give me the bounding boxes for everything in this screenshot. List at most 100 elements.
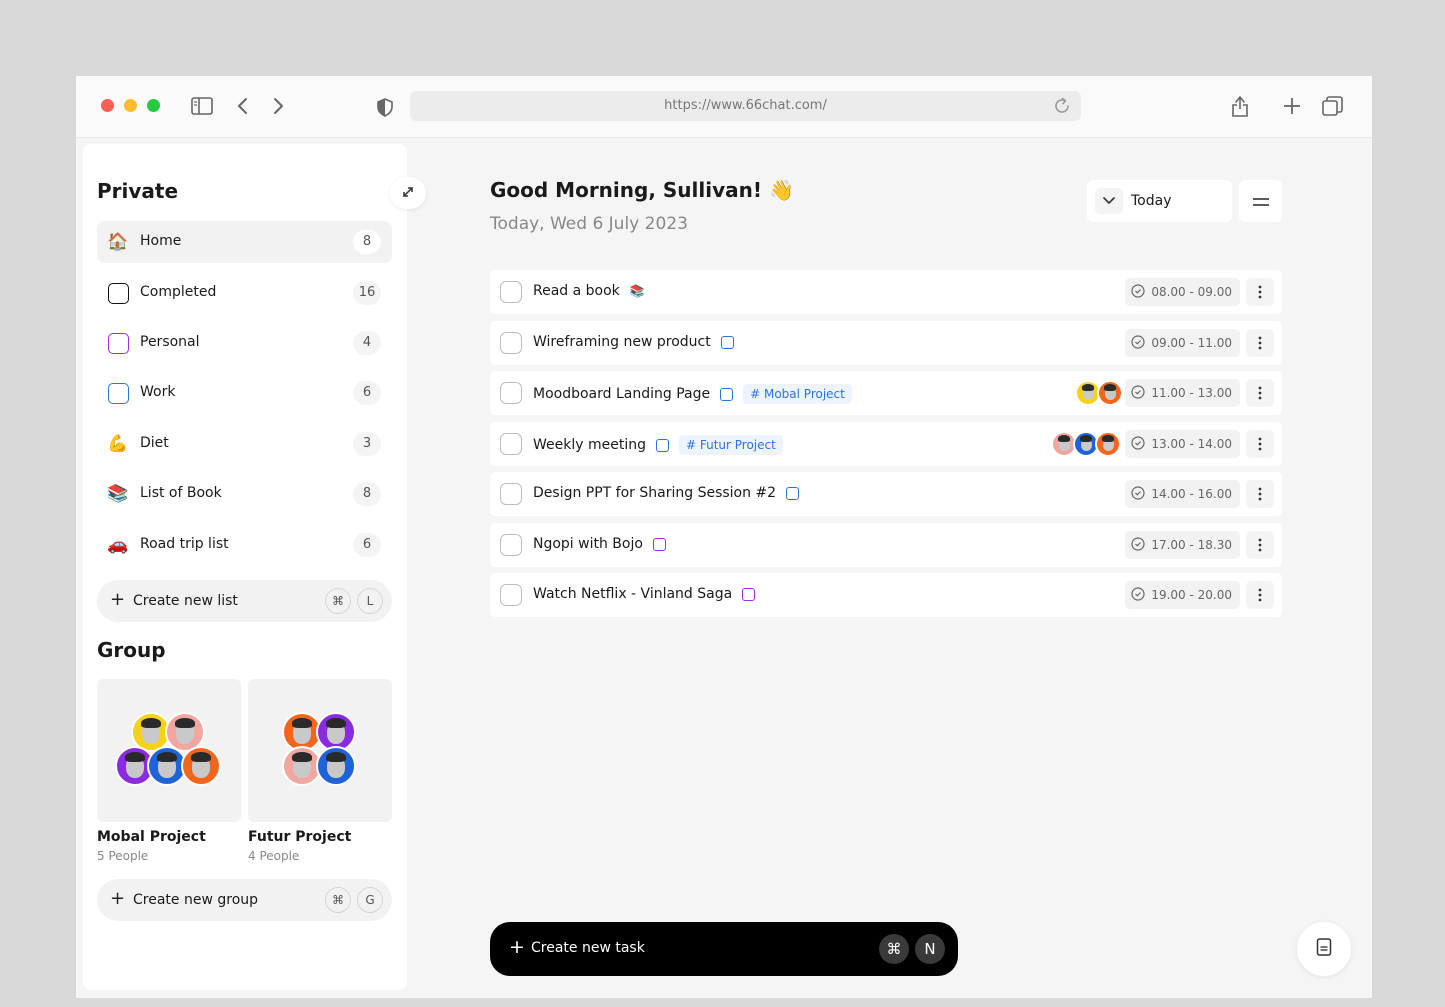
close-window-button[interactable] <box>101 99 114 112</box>
browser-window: https://www.66chat.com/ Private 🏠 Home 8 <box>76 76 1372 998</box>
minimize-window-button[interactable] <box>124 99 137 112</box>
group-name[interactable]: Mobal Project <box>97 829 206 845</box>
task-title: Moodboard Landing Page <box>533 386 711 402</box>
shortcut-key-hint: L <box>357 588 383 614</box>
list-count: 8 <box>353 482 381 506</box>
sidebar-list-road-trip[interactable]: 🚗 Road trip list 6 <box>97 524 392 566</box>
task-row[interactable]: Ngopi with Bojo 17.00 - 18.30 <box>490 523 1282 567</box>
task-time-text: 11.00 - 13.00 <box>1151 386 1232 400</box>
list-label: Diet <box>140 435 169 451</box>
current-date: Today, Wed 6 July 2023 <box>490 214 688 234</box>
forward-icon[interactable] <box>269 95 289 117</box>
sidebar-toggle-icon[interactable] <box>190 95 214 117</box>
create-task-label: Create new task <box>531 940 645 956</box>
task-title: Watch Netflix - Vinland Saga <box>533 586 733 602</box>
more-options-icon[interactable] <box>1246 379 1274 407</box>
list-label: List of Book <box>140 485 222 501</box>
task-time: 17.00 - 18.30 <box>1125 531 1240 559</box>
task-checkbox[interactable] <box>500 382 522 404</box>
clock-icon <box>1131 384 1145 402</box>
list-count: 4 <box>353 331 381 355</box>
sidebar-list-home[interactable]: 🏠 Home 8 <box>97 221 392 263</box>
task-title-group: Moodboard Landing Page # Mobal Project <box>533 384 852 404</box>
task-title-group: Watch Netflix - Vinland Saga <box>533 586 756 602</box>
address-bar[interactable]: https://www.66chat.com/ <box>410 91 1081 121</box>
task-title-group: Design PPT for Sharing Session #2 <box>533 485 800 501</box>
date-filter-dropdown[interactable]: Today <box>1087 180 1232 222</box>
sidebar-list-personal[interactable]: Personal 4 <box>97 322 392 364</box>
task-row[interactable]: Design PPT for Sharing Session #2 14.00 … <box>490 472 1282 516</box>
task-checkbox[interactable] <box>500 281 522 303</box>
task-row[interactable]: Wireframing new product 09.00 - 11.00 <box>490 321 1282 365</box>
group-card-futur[interactable] <box>248 679 392 822</box>
menu-button[interactable] <box>1239 180 1282 222</box>
task-title-group: Weekly meeting # Futur Project <box>533 435 783 455</box>
create-list-label: Create new list <box>133 593 238 609</box>
create-new-list-button[interactable]: + Create new list ⌘ L <box>97 580 392 622</box>
group-card-mobal[interactable] <box>97 679 241 822</box>
car-emoji-icon: 🚗 <box>107 535 129 555</box>
menu-icon <box>1252 192 1270 211</box>
create-new-task-button[interactable]: + Create new task ⌘ N <box>490 922 958 976</box>
task-checkbox[interactable] <box>500 534 522 556</box>
task-time-text: 08.00 - 09.00 <box>1151 285 1232 299</box>
house-emoji-icon: 🏠 <box>107 232 129 252</box>
task-checkbox[interactable] <box>500 332 522 354</box>
new-tab-icon[interactable] <box>1282 96 1302 116</box>
plus-icon: + <box>110 589 126 610</box>
sidebar-list-completed[interactable]: Completed 16 <box>97 272 392 314</box>
task-time: 08.00 - 09.00 <box>1125 278 1240 306</box>
group-name[interactable]: Futur Project <box>248 829 351 845</box>
tabs-icon[interactable] <box>1321 95 1343 117</box>
group-people-count: 4 People <box>248 849 300 863</box>
list-label: Work <box>140 384 176 400</box>
project-tag[interactable]: # Mobal Project <box>743 384 852 404</box>
books-emoji-icon: 📚 <box>107 484 129 504</box>
more-options-icon[interactable] <box>1246 581 1274 609</box>
chevron-down-icon <box>1095 188 1123 214</box>
browser-toolbar: https://www.66chat.com/ <box>76 76 1372 138</box>
task-checkbox[interactable] <box>500 433 522 455</box>
more-options-icon[interactable] <box>1246 531 1274 559</box>
share-icon[interactable] <box>1229 93 1251 119</box>
reload-icon[interactable] <box>1052 96 1072 116</box>
task-title-group: Ngopi with Bojo <box>533 536 666 552</box>
sidebar: Private 🏠 Home 8 Completed 16 Personal 4… <box>83 144 426 990</box>
create-new-group-button[interactable]: + Create new group ⌘ G <box>97 879 392 921</box>
plus-icon: + <box>110 888 126 909</box>
more-options-icon[interactable] <box>1246 480 1274 508</box>
task-time: 14.00 - 16.00 <box>1125 480 1240 508</box>
task-title: Weekly meeting <box>533 437 646 453</box>
task-checkbox[interactable] <box>500 584 522 606</box>
more-options-icon[interactable] <box>1246 430 1274 458</box>
group-people-count: 5 People <box>97 849 149 863</box>
back-icon[interactable] <box>232 95 252 117</box>
sidebar-list-books[interactable]: 📚 List of Book 8 <box>97 473 392 515</box>
notes-button[interactable] <box>1297 922 1351 976</box>
list-label: Personal <box>140 334 200 350</box>
task-row[interactable]: Watch Netflix - Vinland Saga 19.00 - 20.… <box>490 573 1282 617</box>
list-label: Home <box>140 233 182 249</box>
task-row[interactable]: Read a book 📚 08.00 - 09.00 <box>490 270 1282 314</box>
project-tag[interactable]: # Futur Project <box>678 435 783 455</box>
task-time-text: 17.00 - 18.30 <box>1151 538 1232 552</box>
square-blue-icon <box>786 486 800 500</box>
private-section-title: Private <box>97 179 179 203</box>
expand-icon <box>401 184 415 203</box>
sidebar-list-work[interactable]: Work 6 <box>97 372 392 414</box>
task-row[interactable]: Moodboard Landing Page # Mobal Project 1… <box>490 371 1282 415</box>
list-count: 6 <box>353 533 381 557</box>
list-count: 6 <box>353 381 381 405</box>
sidebar-list-diet[interactable]: 💪 Diet 3 <box>97 423 392 465</box>
task-row[interactable]: Weekly meeting # Futur Project 13.00 - 1… <box>490 422 1282 466</box>
task-checkbox[interactable] <box>500 483 522 505</box>
task-time: 11.00 - 13.00 <box>1125 379 1240 407</box>
document-icon <box>1316 938 1332 960</box>
more-options-icon[interactable] <box>1246 278 1274 306</box>
task-title-group: Wireframing new product <box>533 334 734 350</box>
expand-sidebar-button[interactable] <box>390 177 426 209</box>
maximize-window-button[interactable] <box>147 99 160 112</box>
shield-icon[interactable] <box>375 96 395 118</box>
task-title: Wireframing new product <box>533 334 711 350</box>
more-options-icon[interactable] <box>1246 329 1274 357</box>
